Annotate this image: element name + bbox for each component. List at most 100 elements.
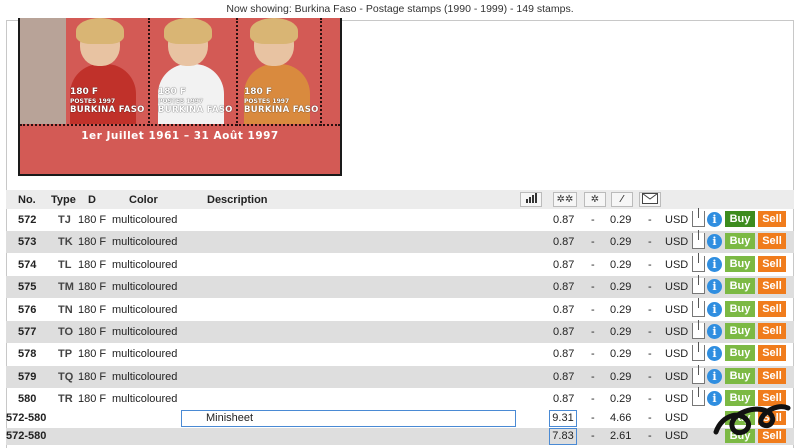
mint-stamps-icon[interactable]: ✲✲ [553,192,577,207]
col-color[interactable]: Color [129,194,158,206]
used-value: 4.66 [610,412,632,424]
mint-value: 0.87 [553,258,575,271]
envelope-icon[interactable] [639,192,661,207]
share-icon[interactable] [692,320,705,339]
buy-button[interactable]: Buy [725,300,755,317]
share-icon[interactable] [692,230,705,250]
currency: USD [665,370,689,383]
info-icon[interactable]: i [707,234,722,250]
share-icon[interactable] [692,364,705,384]
separator: - [591,303,595,316]
currency: USD [665,326,689,338]
buy-button[interactable]: Buy [725,323,755,339]
sell-button[interactable]: Sell [758,255,786,272]
used-value: 0.29 [610,393,632,406]
info-icon[interactable]: i [707,324,722,339]
sheet-background [20,18,66,124]
info-icon[interactable]: i [707,301,722,317]
used-value: 0.29 [610,326,632,338]
share-icon[interactable] [692,252,705,272]
table-row[interactable]: 575 TM 180 Fmulticoloured 0.87-0.29- USD i Buy… [6,275,794,299]
separator: - [648,412,652,424]
table-row[interactable]: 578 TP 180 Fmulticoloured 0.87-0.29- USD i Buy… [6,342,794,365]
stamp-hair [250,18,298,44]
buy-button[interactable]: Buy [725,367,755,384]
info-icon[interactable]: i [707,212,722,227]
row-number: 579 [18,370,37,383]
buy-button[interactable]: Buy [725,278,755,295]
col-type: Type [51,194,76,206]
table-row[interactable]: 574 TL 180 Fmulticoloured 0.87-0.29- USD i Buy… [6,252,794,276]
row-type: TN [58,303,73,316]
value-field[interactable]: 7.83 [549,428,577,445]
table-row[interactable]: 573 TK 180 Fmulticoloured 0.87-0.29- USD i Buy… [6,230,794,254]
row-number: 580 [18,393,37,406]
share-icon[interactable] [692,275,705,295]
table-row[interactable]: 577 TO 180 F multicoloured 0.87 - 0.29 - USD i Buy… [6,320,794,343]
sell-button[interactable]: Sell [758,300,786,317]
info-icon[interactable]: i [707,368,722,384]
row-number: 575 [18,281,37,294]
row-type: TJ [58,214,71,226]
info-icon[interactable]: i [707,279,722,295]
perforation [236,18,238,126]
row-type: TQ [58,370,74,383]
sell-button[interactable]: Sell [758,367,786,384]
row-number: 572-580 [6,412,47,424]
table-row[interactable]: 580 TR 180 Fmulticoloured 0.87-0.29- USD i Buy… [6,387,794,410]
sell-button[interactable]: Sell [758,211,786,227]
value-field[interactable]: 9.31 [549,410,577,427]
stamp-text: 180 F POSTES 1997 BURKINA FASO [70,88,145,115]
table-row[interactable]: 572 TJ 180 F multicoloured 0.87 - 0.29 - USD i Buy… [6,208,794,231]
row-type: TM [58,281,74,294]
bar-chart-icon[interactable] [520,192,542,207]
share-icon[interactable] [692,297,705,317]
currency: USD [665,236,689,249]
perforation [148,18,150,126]
row-number: 572 [18,214,37,226]
share-icon[interactable] [692,387,705,407]
currency: USD [665,348,689,361]
used-value: 2.61 [610,430,632,442]
sell-button[interactable]: Sell [758,345,786,362]
info-icon[interactable]: i [707,346,722,362]
stamp-sheet-image[interactable]: 180 F POSTES 1997 BURKINA FASO 180 F POS… [18,18,342,176]
buy-button[interactable]: Buy [725,211,755,227]
mint-value: 0.87 [553,370,575,383]
description-field[interactable]: Minisheet [181,410,516,427]
share-icon[interactable] [692,208,705,227]
separator: - [591,412,595,424]
perforation [20,124,340,126]
separator: - [591,370,595,383]
row-color: multicoloured [112,393,178,406]
row-denomination: 180 F [78,281,107,294]
currency: USD [665,214,689,226]
currency: USD [665,412,689,424]
stamp-text: 180 F POSTES 1997 BURKINA FASO [158,88,233,115]
separator: - [591,281,595,294]
stamp-value: 180 F [244,87,273,97]
header-text: Now showing: Burkina Faso - Postage stam… [226,3,574,15]
separator: - [648,370,652,383]
sell-button[interactable]: Sell [758,233,786,250]
info-icon[interactable]: i [707,256,722,272]
stamp-hair [164,18,212,44]
buy-button[interactable]: Buy [725,233,755,250]
used-stamp-icon[interactable]: ⁄ [611,192,633,207]
share-icon[interactable] [692,342,705,362]
separator: - [648,236,652,249]
col-description[interactable]: Description [207,194,268,206]
table-row[interactable]: 579 TQ 180 Fmulticoloured 0.87-0.29- USD i Buy… [6,364,794,388]
table-row-minisheet-1[interactable]: 572-580 Minisheet 9.31 - 4.66 - USD Buy … [6,410,794,427]
row-type: TP [58,348,73,361]
sell-button[interactable]: Sell [758,278,786,295]
buy-button[interactable]: Buy [725,345,755,362]
buy-button[interactable]: Buy [725,255,755,272]
separator: - [648,430,652,442]
sell-button[interactable]: Sell [758,323,786,339]
row-denomination: 180 F [78,214,107,226]
table-row-minisheet-2[interactable]: 572-580 7.83 - 2.61 - USD Buy Sell [6,428,794,445]
table-row[interactable]: 576 TN 180 Fmulticoloured 0.87-0.29- USD i Buy… [6,297,794,321]
single-stamp-icon[interactable]: ✲ [584,192,606,207]
row-color: multicoloured [112,370,178,383]
